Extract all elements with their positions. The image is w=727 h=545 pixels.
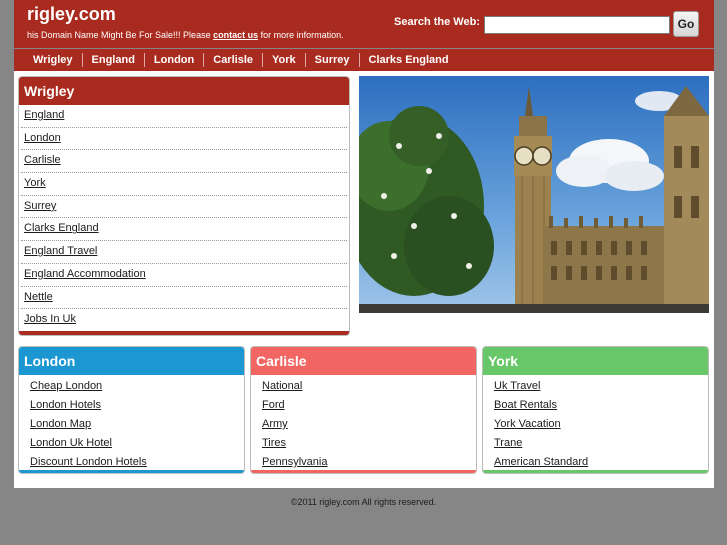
london-links-panel: London Cheap London London Hotels London… bbox=[18, 346, 245, 474]
big-ben-illustration bbox=[359, 76, 709, 313]
list-item: London Map bbox=[30, 415, 244, 434]
nav-item-clarks-england[interactable]: Clarks England bbox=[360, 53, 458, 67]
list-item: Surrey bbox=[21, 196, 347, 219]
nav-item-london[interactable]: London bbox=[145, 53, 205, 67]
nav-item-york[interactable]: York bbox=[263, 53, 306, 67]
link-nettle[interactable]: Nettle bbox=[24, 291, 53, 303]
contact-us-link[interactable]: contact us bbox=[213, 30, 258, 40]
york-panel-title: York bbox=[483, 347, 708, 375]
link-pennsylvania[interactable]: Pennsylvania bbox=[262, 456, 327, 468]
list-item: Trane bbox=[494, 434, 708, 453]
panel-bottom-bar bbox=[251, 470, 476, 473]
link-jobs-in-uk[interactable]: Jobs In Uk bbox=[24, 313, 76, 325]
list-item: York bbox=[21, 173, 347, 196]
list-item: York Vacation bbox=[494, 415, 708, 434]
big-ben-photo bbox=[359, 76, 709, 313]
list-item: Clarks England bbox=[21, 218, 347, 242]
search-label: Search the Web: bbox=[394, 16, 480, 28]
nav-item-wrigley[interactable]: Wrigley bbox=[24, 53, 83, 67]
link-clarks-england[interactable]: Clarks England bbox=[24, 222, 99, 234]
link-uk-travel[interactable]: Uk Travel bbox=[494, 380, 540, 392]
carlisle-link-list: National Ford Army Tires Pennsylvania bbox=[251, 375, 476, 472]
london-link-list: Cheap London London Hotels London Map Lo… bbox=[19, 375, 244, 472]
list-item: London Hotels bbox=[30, 396, 244, 415]
site-title[interactable]: rigley.com bbox=[27, 4, 116, 25]
link-england[interactable]: England bbox=[24, 109, 64, 121]
list-item: Boat Rentals bbox=[494, 396, 708, 415]
wrigley-panel-title: Wrigley bbox=[19, 77, 349, 105]
wrigley-links-panel: Wrigley England London Carlisle York Sur… bbox=[18, 76, 350, 336]
carlisle-links-panel: Carlisle National Ford Army Tires Pennsy… bbox=[250, 346, 477, 474]
list-item: England Travel bbox=[21, 241, 347, 264]
york-link-list: Uk Travel Boat Rentals York Vacation Tra… bbox=[483, 375, 708, 472]
link-ford[interactable]: Ford bbox=[262, 399, 285, 411]
list-item: England Accommodation bbox=[21, 264, 347, 287]
panel-bottom-bar bbox=[483, 470, 708, 473]
link-london-hotels[interactable]: London Hotels bbox=[30, 399, 101, 411]
link-england-travel[interactable]: England Travel bbox=[24, 245, 97, 257]
panel-bottom-bar bbox=[19, 470, 244, 473]
nav-item-england[interactable]: England bbox=[83, 53, 145, 67]
link-discount-london-hotels[interactable]: Discount London Hotels bbox=[30, 456, 147, 468]
tagline: his Domain Name Might Be For Sale!!! Ple… bbox=[27, 30, 344, 40]
list-item: Ford bbox=[262, 396, 476, 415]
link-tires[interactable]: Tires bbox=[262, 437, 286, 449]
link-england-accommodation[interactable]: England Accommodation bbox=[24, 268, 146, 280]
list-item: England bbox=[21, 105, 347, 128]
site-header: rigley.com his Domain Name Might Be For … bbox=[14, 0, 714, 48]
link-trane[interactable]: Trane bbox=[494, 437, 522, 449]
list-item: Carlisle bbox=[21, 150, 347, 174]
york-links-panel: York Uk Travel Boat Rentals York Vacatio… bbox=[482, 346, 709, 474]
go-button[interactable]: Go bbox=[673, 11, 699, 37]
link-national[interactable]: National bbox=[262, 380, 302, 392]
link-york-vacation[interactable]: York Vacation bbox=[494, 418, 561, 430]
list-item: Tires bbox=[262, 434, 476, 453]
main-content: Wrigley England London Carlisle York Sur… bbox=[14, 71, 714, 488]
list-item: Army bbox=[262, 415, 476, 434]
link-american-standard[interactable]: American Standard bbox=[494, 456, 588, 468]
nav-item-surrey[interactable]: Surrey bbox=[306, 53, 360, 67]
link-york[interactable]: York bbox=[24, 177, 46, 189]
tagline-suffix: for more information. bbox=[258, 30, 344, 40]
carlisle-panel-title: Carlisle bbox=[251, 347, 476, 375]
list-item: Nettle bbox=[21, 287, 347, 310]
link-london[interactable]: London bbox=[24, 132, 61, 144]
list-item: Cheap London bbox=[30, 377, 244, 396]
link-london-uk-hotel[interactable]: London Uk Hotel bbox=[30, 437, 112, 449]
wrigley-link-list: England London Carlisle York Surrey Clar… bbox=[19, 105, 349, 332]
list-item: Jobs In Uk bbox=[21, 309, 347, 332]
search-input[interactable] bbox=[484, 16, 670, 34]
footer-copyright: ©2011 rigley.com All rights reserved. bbox=[290, 497, 437, 507]
link-london-map[interactable]: London Map bbox=[30, 418, 91, 430]
link-cheap-london[interactable]: Cheap London bbox=[30, 380, 102, 392]
link-boat-rentals[interactable]: Boat Rentals bbox=[494, 399, 557, 411]
link-surrey[interactable]: Surrey bbox=[24, 200, 56, 212]
panel-bottom-bar bbox=[19, 331, 349, 335]
list-item: London bbox=[21, 128, 347, 151]
list-item: Uk Travel bbox=[494, 377, 708, 396]
london-panel-title: London bbox=[19, 347, 244, 375]
link-army[interactable]: Army bbox=[262, 418, 288, 430]
list-item: National bbox=[262, 377, 476, 396]
top-navigation: Wrigley England London Carlisle York Sur… bbox=[14, 49, 714, 71]
link-carlisle[interactable]: Carlisle bbox=[24, 154, 61, 166]
tagline-prefix: his Domain Name Might Be For Sale!!! Ple… bbox=[27, 30, 214, 40]
list-item: London Uk Hotel bbox=[30, 434, 244, 453]
nav-item-carlisle[interactable]: Carlisle bbox=[204, 53, 263, 67]
